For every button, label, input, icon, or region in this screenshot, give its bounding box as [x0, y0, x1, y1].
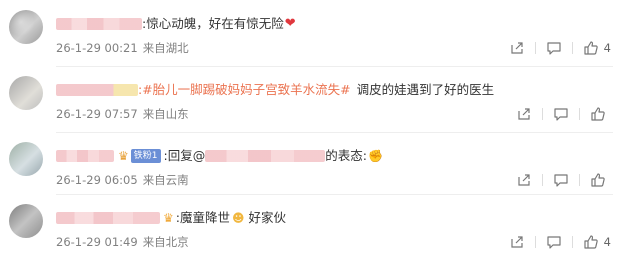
gesture-emoji-icon: ✊: [367, 149, 383, 163]
thumbs-up-icon[interactable]: [590, 106, 606, 122]
crown-icon: ♛: [118, 149, 129, 163]
share-icon[interactable]: [516, 172, 532, 188]
comment-item: :惊心动魄，好在有惊无险 ❤ 26-1-29 00:21 来自湖北 4: [0, 4, 621, 66]
blurred-username[interactable]: [56, 212, 160, 224]
share-icon[interactable]: [509, 40, 525, 56]
avatar[interactable]: [9, 142, 43, 176]
reply-prefix: :回复@: [163, 148, 206, 163]
comment-actions: [516, 172, 611, 188]
thumbs-up-icon[interactable]: [590, 172, 606, 188]
comment-text-2: 好家伙: [248, 210, 287, 225]
share-icon[interactable]: [509, 234, 525, 250]
comment-text: :魔童降世: [175, 210, 230, 225]
comment-item: :#胎儿一脚踢破妈妈子宫致羊水流失# 调皮的娃遇到了好的医生 26-1-29 0…: [0, 66, 621, 132]
comment-time: 26-1-29 00:21: [56, 41, 138, 55]
comment-meta: 26-1-29 00:21 来自湖北: [56, 40, 189, 56]
comment-item: ♛ :魔童降世 ☻ 好家伙 26-1-29 01:49 来自北京 4: [0, 194, 621, 260]
blurred-username[interactable]: [56, 18, 142, 30]
blurred-username[interactable]: [56, 84, 138, 96]
comment-icon[interactable]: [553, 106, 569, 122]
comment-actions: 4: [509, 234, 611, 250]
divider: [579, 174, 580, 186]
comment-text: :惊心动魄，好在有惊无险: [142, 16, 284, 31]
avatar[interactable]: [9, 204, 43, 238]
comment-list: :惊心动魄，好在有惊无险 ❤ 26-1-29 00:21 来自湖北 4 :#胎儿一…: [0, 0, 621, 261]
comment-icon[interactable]: [546, 234, 562, 250]
reply-suffix: 的表态:: [325, 148, 367, 163]
heart-emoji: ❤: [284, 16, 296, 31]
share-icon[interactable]: [516, 106, 532, 122]
comment-icon[interactable]: [546, 40, 562, 56]
comment-actions: [516, 106, 611, 122]
comment-location: 来自山东: [142, 107, 189, 121]
comment-body: ♛ :魔童降世 ☻ 好家伙: [56, 208, 613, 228]
comment-location: 来自北京: [142, 235, 189, 249]
thumbs-up-icon[interactable]: [583, 234, 599, 250]
like-count: 4: [603, 235, 611, 249]
blurred-mention[interactable]: [205, 150, 326, 162]
divider: [534, 236, 536, 248]
comment-time: 26-1-29 06:05: [56, 173, 138, 187]
comment-actions: 4: [509, 40, 611, 56]
topic-link[interactable]: :#胎儿一脚踢破妈妈子宫致羊水流失#: [138, 80, 351, 100]
comment-text: 调皮的娃遇到了好的医生: [356, 82, 495, 97]
divider: [579, 108, 580, 120]
blurred-username[interactable]: [56, 150, 114, 162]
avatar[interactable]: [9, 10, 43, 44]
crown-emoji-icon: ♛: [163, 211, 174, 225]
avatar[interactable]: [9, 76, 43, 110]
comment-icon[interactable]: [553, 172, 569, 188]
divider: [571, 236, 573, 248]
comment-meta: 26-1-29 01:49 来自北京: [56, 234, 189, 250]
comment-location: 来自湖北: [142, 41, 189, 55]
comment-time: 26-1-29 01:49: [56, 235, 138, 249]
divider: [542, 174, 543, 186]
thumbs-up-icon[interactable]: [583, 40, 599, 56]
comment-body: :惊心动魄，好在有惊无险 ❤: [56, 14, 613, 34]
divider: [542, 108, 543, 120]
comment-body: :#胎儿一脚踢破妈妈子宫致羊水流失# 调皮的娃遇到了好的医生: [56, 80, 613, 100]
comment-time: 26-1-29 07:57: [56, 107, 138, 121]
divider: [571, 42, 573, 54]
comment-location: 来自云南: [142, 173, 189, 187]
like-count: 4: [603, 41, 611, 55]
fan-badge[interactable]: 铁粉1: [130, 149, 161, 163]
comment-body: ♛ 铁粉1 :回复@ 的表态: ✊: [56, 146, 613, 166]
laughing-face-emoji-icon: ☻: [231, 211, 245, 225]
comment-meta: 26-1-29 07:57 来自山东: [56, 106, 189, 122]
divider: [534, 42, 536, 54]
comment-meta: 26-1-29 06:05 来自云南: [56, 172, 189, 188]
comment-item: ♛ 铁粉1 :回复@ 的表态: ✊ 26-1-29 06:05 来自云南: [0, 132, 621, 198]
